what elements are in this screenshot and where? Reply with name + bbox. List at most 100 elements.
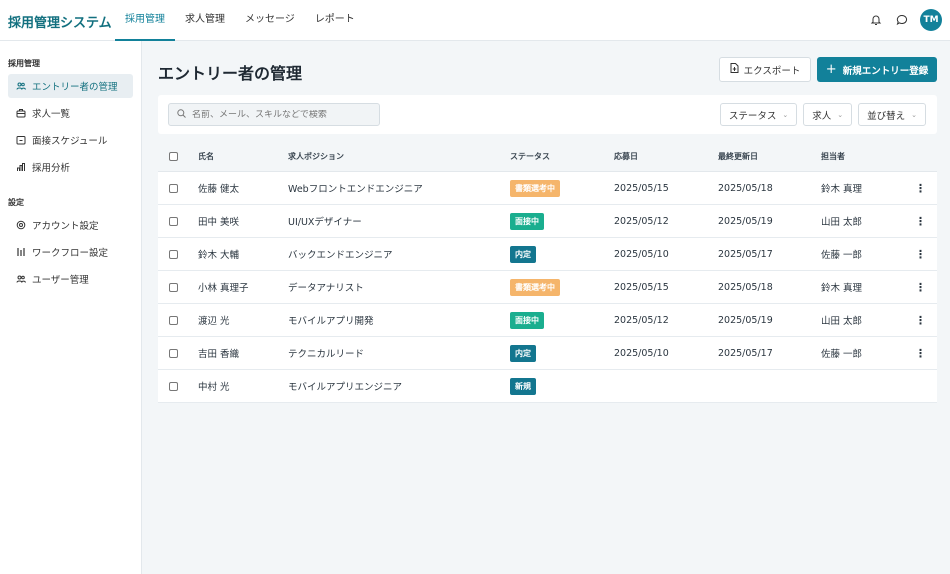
table-row[interactable]: 田中 美咲 UI/UXデザイナー 面接中 2025/05/12 2025/05/19 山田… bbox=[158, 205, 937, 238]
new-entry-button[interactable]: + 新規エントリー登録 bbox=[817, 57, 937, 82]
header-owner[interactable]: 担当者 bbox=[821, 151, 845, 162]
owner-name: 佐藤 一郎 bbox=[821, 250, 863, 261]
row-checkbox[interactable] bbox=[169, 216, 178, 226]
tab-jobs[interactable]: 求人管理 bbox=[175, 0, 235, 41]
header-updated[interactable]: 最終更新日 bbox=[718, 151, 758, 162]
briefcase-icon bbox=[16, 108, 26, 118]
bell-icon[interactable] bbox=[868, 12, 884, 28]
job-position: UI/UXデザイナー bbox=[288, 217, 362, 228]
sidebar-item-label: ユーザー管理 bbox=[32, 275, 89, 286]
status-badge: 面接中 bbox=[510, 212, 544, 230]
sidebar-item-label: 求人一覧 bbox=[32, 109, 71, 120]
status-badge: 書類選考中 bbox=[510, 278, 560, 296]
more-options-icon[interactable]: ⋮ bbox=[915, 314, 926, 327]
chat-icon[interactable] bbox=[894, 12, 910, 28]
workflow-icon bbox=[16, 247, 26, 257]
sidebar-item[interactable]: アカウント設定 bbox=[8, 213, 133, 237]
status-badge: 内定 bbox=[510, 245, 536, 263]
applicant-name[interactable]: 吉田 香織 bbox=[198, 346, 239, 360]
search-icon bbox=[177, 108, 186, 121]
more-options-icon[interactable]: ⋮ bbox=[915, 182, 926, 195]
owner-name: 山田 太郎 bbox=[821, 316, 863, 327]
applied-date: 2025/05/15 bbox=[614, 281, 669, 293]
header-name[interactable]: 氏名 bbox=[198, 151, 214, 162]
sidebar-section-title: 採用管理 bbox=[8, 59, 40, 68]
applicant-name[interactable]: 渡辺 光 bbox=[198, 313, 230, 327]
search-box[interactable] bbox=[168, 103, 380, 126]
applicant-name[interactable]: 佐藤 健太 bbox=[198, 181, 239, 195]
applicant-name[interactable]: 鈴木 大輔 bbox=[198, 247, 239, 261]
more-options-icon[interactable]: ⋮ bbox=[915, 347, 926, 360]
table-row[interactable]: 佐藤 健太 Webフロントエンドエンジニア 書類選考中 2025/05/15 2025/… bbox=[158, 172, 937, 205]
status-filter-label: ステータス bbox=[728, 110, 777, 122]
updated-date: 2025/05/17 bbox=[718, 347, 773, 359]
row-checkbox[interactable] bbox=[169, 249, 178, 259]
tab-messages[interactable]: メッセージ bbox=[235, 0, 305, 41]
export-label: エクスポート bbox=[743, 65, 801, 77]
select-all-checkbox[interactable] bbox=[169, 152, 178, 161]
table-row[interactable]: 中村 光 モバイルアプリエンジニア 新規 bbox=[158, 370, 937, 403]
gear-icon bbox=[16, 220, 26, 230]
sidebar-item[interactable]: 面接スケジュール bbox=[8, 128, 133, 152]
sort-dropdown[interactable]: 並び替え ⌄ bbox=[858, 103, 926, 126]
tab-recruitment[interactable]: 採用管理 bbox=[115, 0, 175, 41]
app-brand[interactable]: 採用管理システム bbox=[8, 12, 112, 31]
more-options-icon[interactable]: ⋮ bbox=[915, 248, 926, 261]
applicant-name[interactable]: 田中 美咲 bbox=[198, 214, 239, 228]
top-header: 採用管理システム 採用管理 求人管理 メッセージ レポート TM bbox=[0, 0, 950, 41]
status-badge: 新規 bbox=[510, 377, 536, 395]
applicant-name[interactable]: 小林 真理子 bbox=[198, 280, 249, 294]
sort-label: 並び替え bbox=[867, 110, 906, 122]
header-applied[interactable]: 応募日 bbox=[614, 151, 638, 162]
chevron-down-icon: ⌄ bbox=[782, 110, 789, 119]
sidebar-item-label: 面接スケジュール bbox=[32, 136, 108, 147]
owner-name: 鈴木 真理 bbox=[821, 184, 863, 195]
search-input[interactable] bbox=[192, 109, 372, 120]
status-filter[interactable]: ステータス ⌄ bbox=[719, 103, 798, 126]
row-checkbox[interactable] bbox=[169, 282, 178, 292]
updated-date: 2025/05/19 bbox=[718, 314, 773, 326]
sidebar-item[interactable]: 求人一覧 bbox=[8, 101, 133, 125]
chevron-down-icon: ⌄ bbox=[911, 110, 917, 119]
table-row[interactable]: 鈴木 大輔 バックエンドエンジニア 内定 2025/05/10 2025/05/17 佐藤… bbox=[158, 238, 937, 271]
job-position: データアナリスト bbox=[288, 283, 364, 294]
row-checkbox[interactable] bbox=[169, 183, 178, 193]
top-nav: 採用管理 求人管理 メッセージ レポート bbox=[115, 0, 365, 41]
status-badge: 面接中 bbox=[510, 311, 544, 329]
row-checkbox[interactable] bbox=[169, 315, 178, 325]
row-checkbox[interactable] bbox=[169, 381, 178, 391]
job-position: モバイルアプリ開発 bbox=[288, 316, 374, 327]
job-filter-label: 求人 bbox=[812, 110, 832, 122]
applied-date: 2025/05/12 bbox=[614, 314, 669, 326]
applicant-name[interactable]: 中村 光 bbox=[198, 379, 230, 393]
table-row[interactable]: 吉田 香織 テクニカルリード 内定 2025/05/10 2025/05/17 佐藤 一郎… bbox=[158, 337, 937, 370]
user-avatar[interactable]: TM bbox=[920, 9, 942, 31]
sidebar-item-label: 採用分析 bbox=[32, 163, 71, 174]
applied-date: 2025/05/10 bbox=[614, 248, 669, 260]
sidebar-item-label: ワークフロー設定 bbox=[32, 248, 109, 259]
table-row[interactable]: 小林 真理子 データアナリスト 書類選考中 2025/05/15 2025/05/18 鈴… bbox=[158, 271, 937, 304]
sidebar-item[interactable]: エントリー者の管理 bbox=[8, 74, 133, 98]
more-options-icon[interactable]: ⋮ bbox=[915, 281, 926, 294]
sidebar-section-title: 設定 bbox=[8, 198, 24, 207]
sidebar-item[interactable]: ユーザー管理 bbox=[8, 267, 133, 291]
filter-toolbar: ステータス ⌄ 求人 ⌄ 並び替え ⌄ bbox=[158, 95, 937, 134]
row-checkbox[interactable] bbox=[169, 348, 178, 358]
table-row[interactable]: 渡辺 光 モバイルアプリ開発 面接中 2025/05/12 2025/05/19 山田 太… bbox=[158, 304, 937, 337]
sidebar-item[interactable]: ワークフロー設定 bbox=[8, 240, 133, 264]
job-filter[interactable]: 求人 ⌄ bbox=[803, 103, 853, 126]
tab-reports[interactable]: レポート bbox=[305, 0, 365, 41]
sidebar-item[interactable]: 採用分析 bbox=[8, 155, 133, 179]
more-options-icon[interactable]: ⋮ bbox=[915, 215, 926, 228]
header-position[interactable]: 求人ポジション bbox=[288, 151, 344, 162]
status-badge: 書類選考中 bbox=[510, 179, 560, 197]
chevron-down-icon: ⌄ bbox=[837, 110, 844, 119]
users-icon bbox=[16, 81, 26, 91]
file-export-icon bbox=[730, 63, 739, 76]
job-position: バックエンドエンジニア bbox=[288, 250, 393, 261]
updated-date: 2025/05/18 bbox=[718, 281, 773, 293]
sidebar: 採用管理 エントリー者の管理求人一覧面接スケジュール 採用分析 設定 アカウント設… bbox=[0, 41, 142, 574]
sidebar-item-label: アカウント設定 bbox=[32, 221, 99, 232]
export-button[interactable]: エクスポート bbox=[719, 57, 811, 82]
header-status[interactable]: ステータス bbox=[510, 151, 550, 162]
